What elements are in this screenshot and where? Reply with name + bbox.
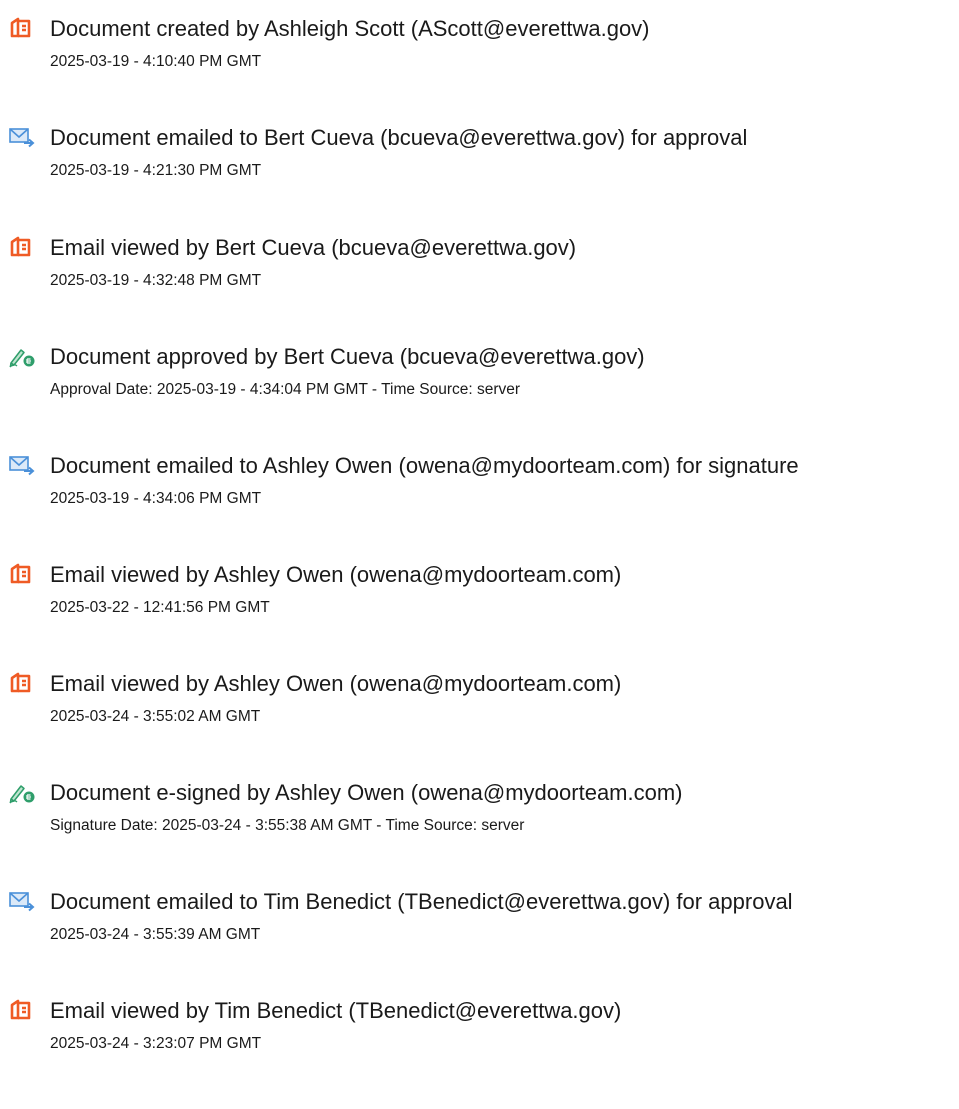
document-viewed-icon (8, 562, 35, 586)
event-timestamp: 2025-03-19 - 4:34:06 PM GMT (50, 490, 262, 507)
esign-pen-icon (8, 780, 35, 804)
event-title: Document emailed to Ashley Owen (owena@m… (50, 453, 799, 478)
event-timestamp: Signature Date: 2025-03-24 - 3:55:38 AM … (50, 817, 525, 834)
audit-event: Document created by Ashleigh Scott (ASco… (0, 8, 959, 108)
document-viewed-icon (8, 671, 35, 695)
document-created-icon (8, 16, 35, 40)
event-title: Email viewed by Tim Benedict (TBenedict@… (50, 998, 622, 1023)
email-sent-icon (8, 453, 35, 477)
event-title: Email viewed by Ashley Owen (owena@mydoo… (50, 562, 622, 587)
event-title: Email viewed by Ashley Owen (owena@mydoo… (50, 671, 622, 696)
audit-event: Document e-signed by Ashley Owen (owena@… (0, 772, 959, 872)
event-title: Document emailed to Bert Cueva (bcueva@e… (50, 125, 748, 150)
audit-event: Email viewed by Tim Benedict (TBenedict@… (0, 990, 959, 1090)
event-timestamp: 2025-03-19 - 4:21:30 PM GMT (50, 162, 262, 179)
document-viewed-icon (8, 998, 35, 1022)
event-timestamp: 2025-03-22 - 12:41:56 PM GMT (50, 599, 270, 616)
event-timestamp: 2025-03-24 - 3:55:39 AM GMT (50, 926, 261, 943)
esign-pen-icon (8, 344, 35, 368)
event-title: Email viewed by Bert Cueva (bcueva@evere… (50, 235, 577, 260)
email-sent-icon (8, 889, 35, 913)
event-timestamp: 2025-03-24 - 3:55:02 AM GMT (50, 708, 261, 725)
event-title: Document e-signed by Ashley Owen (owena@… (50, 780, 683, 805)
audit-trail-list: Document created by Ashleigh Scott (ASco… (0, 0, 959, 1109)
audit-event: Email viewed by Bert Cueva (bcueva@evere… (0, 227, 959, 327)
audit-event: Document approved by Bert Cueva (bcueva@… (0, 336, 959, 436)
event-timestamp: 2025-03-19 - 4:32:48 PM GMT (50, 272, 262, 289)
audit-event: Document emailed to Tim Benedict (TBened… (0, 881, 959, 981)
event-title: Document created by Ashleigh Scott (ASco… (50, 16, 650, 41)
audit-event: Document emailed to Ashley Owen (owena@m… (0, 445, 959, 545)
event-timestamp: 2025-03-24 - 3:23:07 PM GMT (50, 1035, 262, 1052)
audit-event: Email viewed by Ashley Owen (owena@mydoo… (0, 554, 959, 654)
audit-event: Document emailed to Bert Cueva (bcueva@e… (0, 117, 959, 217)
event-timestamp: 2025-03-19 - 4:10:40 PM GMT (50, 53, 262, 70)
document-viewed-icon (8, 235, 35, 259)
event-timestamp: Approval Date: 2025-03-19 - 4:34:04 PM G… (50, 381, 521, 398)
audit-event: Email viewed by Ashley Owen (owena@mydoo… (0, 663, 959, 763)
event-title: Document emailed to Tim Benedict (TBened… (50, 889, 793, 914)
email-sent-icon (8, 125, 35, 149)
event-title: Document approved by Bert Cueva (bcueva@… (50, 344, 645, 369)
